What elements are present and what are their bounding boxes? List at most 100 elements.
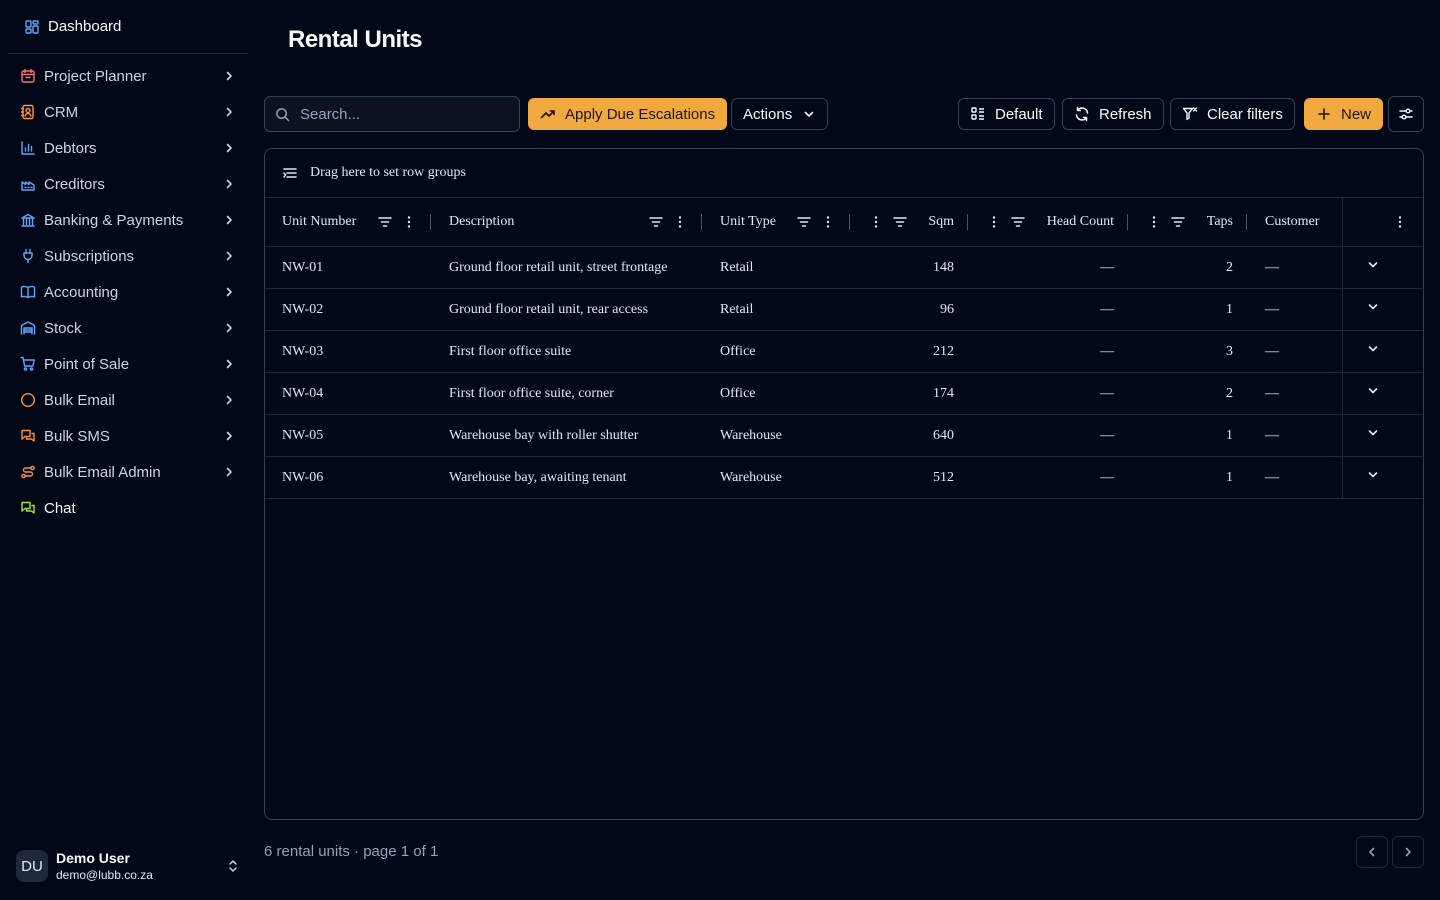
filter-icon[interactable]	[648, 214, 664, 230]
refresh-label: Refresh	[1099, 105, 1152, 123]
sidebar-item-bulk-email[interactable]: Bulk Email	[8, 382, 248, 418]
column-header-label: Description	[449, 214, 515, 229]
cell-unit: NW-01	[282, 259, 324, 275]
cell-unit: NW-05	[282, 427, 324, 443]
cell-headcount: —	[1100, 385, 1114, 401]
apply-due-escalations-button[interactable]: Apply Due Escalations	[528, 98, 728, 130]
table-row[interactable]: NW-01 Ground floor retail unit, street fr…	[265, 247, 1423, 289]
sidebar-item-dashboard[interactable]: Dashboard	[8, 0, 248, 54]
cell-description: First floor office suite	[449, 343, 572, 359]
sidebar-item-creditors[interactable]: Creditors	[8, 166, 248, 202]
column-header-customer[interactable]: Customer	[1265, 198, 1345, 246]
sidebar-nav: Project Planner CRM Debtors Creditors Bankin…	[8, 58, 248, 526]
filter-icon[interactable]	[1010, 214, 1026, 230]
chevron-right-icon	[222, 321, 236, 335]
column-resize-handle[interactable]	[701, 214, 702, 230]
table-row[interactable]: NW-05 Warehouse bay with roller shutter Wa…	[265, 415, 1423, 457]
contact-icon	[20, 104, 36, 120]
cell-headcount: —	[1100, 427, 1114, 443]
table-row[interactable]: NW-06 Warehouse bay, awaiting tenant Wareh…	[265, 457, 1423, 499]
avatar: DU	[16, 850, 48, 882]
user-menu[interactable]: DU Demo User demo@lubb.co.za	[16, 846, 240, 886]
sidebar-item-banking-payments[interactable]: Banking & Payments	[8, 202, 248, 238]
sidebar-item-label: Dashboard	[48, 18, 122, 35]
column-menu-icon[interactable]	[1392, 214, 1408, 230]
row-group-panel-label: Drag here to set row groups	[310, 165, 466, 180]
layout-icon	[970, 106, 986, 122]
sidebar-item-stock[interactable]: Stock	[8, 310, 248, 346]
filter-icon[interactable]	[1170, 214, 1186, 230]
column-menu-icon[interactable]	[1146, 214, 1162, 230]
cell-taps: 3	[1226, 343, 1233, 359]
column-menu-icon[interactable]	[868, 214, 884, 230]
cell-sqm: 174	[933, 385, 954, 401]
column-menu-icon[interactable]	[986, 214, 1002, 230]
toolbar: Apply Due Escalations Actions Default Re…	[264, 96, 1424, 132]
cell-type: Retail	[720, 259, 754, 275]
chevrons-up-down-icon	[226, 859, 240, 873]
warehouse-icon	[20, 320, 36, 336]
column-resize-handle[interactable]	[430, 214, 431, 230]
page-title: Rental Units	[288, 26, 423, 53]
previous-page-button[interactable]	[1356, 836, 1388, 868]
cell-description: Warehouse bay with roller shutter	[449, 427, 639, 443]
sidebar-item-label: Project Planner	[44, 67, 147, 85]
chevron-right-icon	[222, 357, 236, 371]
search-box[interactable]	[264, 96, 520, 132]
chevron-right-icon	[222, 429, 236, 443]
column-header-label: Unit Number	[282, 214, 357, 229]
sidebar-item-accounting[interactable]: Accounting	[8, 274, 248, 310]
actions-dropdown[interactable]: Actions	[731, 98, 829, 130]
cell-sqm: 640	[933, 427, 954, 443]
filter-icon[interactable]	[377, 214, 393, 230]
filter-icon[interactable]	[796, 214, 812, 230]
column-menu-icon[interactable]	[401, 214, 417, 230]
cell-sqm: 212	[933, 343, 954, 359]
cell-customer: —	[1265, 259, 1279, 275]
column-header-label: Customer	[1265, 214, 1320, 229]
sidebar-item-project-planner[interactable]: Project Planner	[8, 58, 248, 94]
settings-button[interactable]	[1388, 96, 1424, 132]
search-input[interactable]	[300, 105, 500, 123]
column-header-description[interactable]: Description	[449, 198, 669, 246]
row-group-panel[interactable]: Drag here to set row groups	[265, 149, 1423, 198]
column-menu-icon[interactable]	[672, 214, 688, 230]
column-resize-handle[interactable]	[849, 214, 850, 230]
cell-headcount: —	[1100, 343, 1114, 359]
next-page-button[interactable]	[1392, 836, 1424, 868]
filter-icon[interactable]	[892, 214, 908, 230]
refresh-button[interactable]: Refresh	[1062, 98, 1164, 130]
sidebar-item-debtors[interactable]: Debtors	[8, 130, 248, 166]
user-name: Demo User	[56, 850, 130, 866]
cell-type: Warehouse	[720, 469, 782, 485]
sidebar-item-crm[interactable]: CRM	[8, 94, 248, 130]
sidebar-item-label: CRM	[44, 103, 79, 121]
cell-unit: NW-03	[282, 343, 324, 359]
cell-headcount: —	[1100, 469, 1114, 485]
sidebar-item-bulk-sms[interactable]: Bulk SMS	[8, 418, 248, 454]
sidebar-item-point-of-sale[interactable]: Point of Sale	[8, 346, 248, 382]
cell-type: Warehouse	[720, 427, 782, 443]
cell-taps: 1	[1226, 301, 1233, 317]
cell-customer: —	[1265, 343, 1279, 359]
apply-due-escalations-label: Apply Due Escalations	[565, 105, 716, 123]
group-rows-icon	[282, 165, 298, 181]
table-row[interactable]: NW-04 First floor office suite, corner Off…	[265, 373, 1423, 415]
sidebar-item-bulk-email-admin[interactable]: Bulk Email Admin	[8, 454, 248, 490]
table-row[interactable]: NW-02 Ground floor retail unit, rear acce…	[265, 289, 1423, 331]
search-icon	[275, 107, 290, 122]
cell-headcount: —	[1100, 301, 1114, 317]
column-header-label: Head Count	[1046, 214, 1114, 229]
column-resize-handle[interactable]	[1246, 214, 1247, 230]
sidebar-item-subscriptions[interactable]: Subscriptions	[8, 238, 248, 274]
column-menu-icon[interactable]	[820, 214, 836, 230]
default-view-button[interactable]: Default	[958, 98, 1055, 130]
sidebar-item-chat[interactable]: Chat	[8, 490, 248, 526]
table-row[interactable]: NW-03 First floor office suite Office 212 — 3…	[265, 331, 1423, 373]
new-button[interactable]: New	[1304, 98, 1384, 130]
column-resize-handle[interactable]	[1127, 214, 1128, 230]
cell-description: Ground floor retail unit, street frontag…	[449, 259, 668, 275]
cell-taps: 1	[1226, 469, 1233, 485]
clear-filters-button[interactable]: Clear filters	[1170, 98, 1295, 130]
actions-label: Actions	[743, 105, 793, 123]
